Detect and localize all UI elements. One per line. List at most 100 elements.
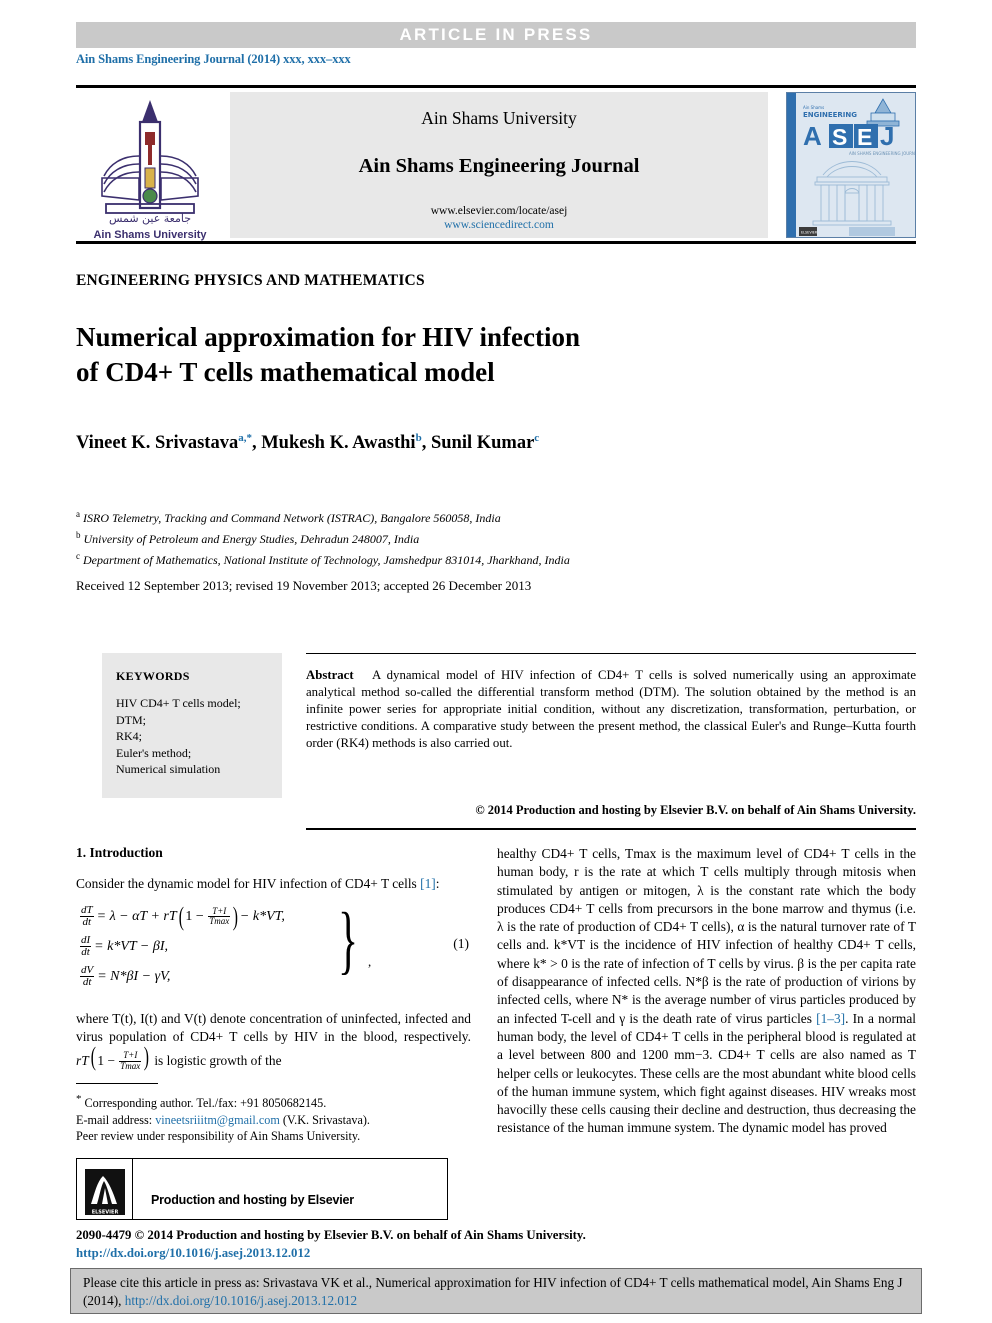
article-in-press-banner: ARTICLE IN PRESS: [76, 22, 916, 48]
equation-frac-denominator: dt: [81, 946, 90, 958]
keyword-item: Numerical simulation: [116, 762, 221, 776]
keyword-item: HIV CD4+ T cells model;: [116, 696, 241, 710]
affiliation-mark: a: [76, 509, 80, 519]
right-column: healthy CD4+ T cells, Tmax is the maximu…: [497, 845, 916, 1142]
affiliation-text: University of Petroleum and Energy Studi…: [83, 532, 420, 546]
masthead-center: Ain Shams University Ain Shams Engineeri…: [230, 92, 768, 238]
svg-text:A: A: [803, 121, 822, 151]
equation-1-rows: dT dt = λ − αT + rT ( 1 − T+I Tmax ) − k…: [80, 902, 285, 992]
elsevier-logo: ELSEVIER: [77, 1158, 133, 1219]
equation-1-line-2-rhs: = k*VT − βI,: [94, 938, 168, 954]
intro-paragraph-1: Consider the dynamic model for HIV infec…: [76, 875, 471, 894]
intro-paragraph-2-tail: is logistic growth of the: [150, 1052, 282, 1068]
affiliation-mark: b: [76, 530, 81, 540]
equation-1-number: (1): [453, 935, 469, 951]
abstract-bottom-rule: [306, 828, 916, 830]
issn-copyright-line: 2090-4479 © 2014 Production and hosting …: [76, 1228, 586, 1242]
equation-frac-denominator: dt: [82, 916, 92, 928]
equation-1-line-1-tail: − k*VT,: [239, 908, 285, 924]
section-heading-introduction: 1. Introduction: [76, 845, 163, 860]
footnote-rule: [76, 1083, 158, 1085]
equation-frac-denominator: dt: [82, 976, 92, 988]
svg-text:جامعة عين شمس: جامعة عين شمس: [109, 212, 191, 225]
inline-logistic-expression: rT(1 − T+I Tmax): [76, 1041, 150, 1071]
keyword-item: RK4;: [116, 729, 143, 743]
elsevier-tree-icon: ELSEVIER: [84, 1168, 125, 1215]
svg-text:ELSEVIER: ELSEVIER: [91, 1209, 118, 1215]
svg-text:Ain Shams: Ain Shams: [803, 105, 824, 110]
equation-frac-denominator: Tmax: [120, 1060, 141, 1071]
abstract-copyright: © 2014 Production and hosting by Elsevie…: [475, 803, 916, 817]
affiliation-text: ISRO Telemetry, Tracking and Command Net…: [83, 511, 501, 525]
publication-dates: Received 12 September 2013; revised 19 N…: [76, 578, 532, 593]
sciencedirect-link[interactable]: www.sciencedirect.com: [444, 219, 554, 231]
footnote-corresponding-text: Corresponding author. Tel./fax: +91 8050…: [84, 1096, 327, 1111]
article-page: ARTICLE IN PRESS Ain Shams Engineering J…: [0, 0, 992, 1323]
elsevier-production-box: ELSEVIER Production and hosting by Elsev…: [76, 1157, 448, 1220]
abstract-top-rule: [306, 653, 916, 654]
footnote-asterisk: *: [76, 1093, 82, 1106]
subject-section-label: ENGINEERING PHYSICS AND MATHEMATICS: [76, 272, 425, 289]
equation-1: dT dt = λ − αT + rT ( 1 − T+I Tmax ) − k…: [76, 901, 471, 1000]
intro-paragraph-1-text: Consider the dynamic model for HIV infec…: [76, 876, 421, 891]
citation-notice-doi-link[interactable]: http://dx.doi.org/10.1016/j.asej.2013.12…: [125, 1293, 357, 1308]
journal-cover-thumbnail: Ain Shams ENGINEERING A S E J AIN SHAMS …: [786, 92, 916, 238]
abstract-text-wrapper: Abstract A dynamical model of HIV infect…: [306, 667, 916, 752]
intro-paragraph-2: where T(t), I(t) and V(t) denote concent…: [76, 1010, 471, 1072]
affiliation-list: a ISRO Telemetry, Tracking and Command N…: [76, 506, 916, 569]
masthead-bottom-rule: [76, 241, 916, 244]
masthead-journal-title: Ain Shams Engineering Journal: [358, 155, 640, 177]
author-affiliation-mark: c: [534, 432, 540, 444]
equation-1-dT-dt: dT dt: [80, 905, 94, 928]
affiliation-item: c Department of Mathematics, National In…: [76, 548, 916, 569]
masthead-university-name: Ain Shams University: [421, 108, 577, 128]
footnote-corresponding-author: * Corresponding author. Tel./fax: +91 80…: [76, 1091, 471, 1112]
equation-1-line-3-rhs: = N*βI − γV,: [97, 968, 171, 984]
equation-1-comma: ,: [368, 953, 372, 969]
author-name: Vineet K. Srivastava: [76, 433, 239, 454]
paper-title-line-1: Numerical approximation for HIV infectio…: [76, 322, 580, 352]
keywords-heading: KEYWORDS: [116, 669, 190, 683]
equation-close-paren: ): [232, 901, 239, 931]
right-column-text-b: . In a normal human body, the level of C…: [497, 1010, 917, 1136]
svg-text:ELSEVIER: ELSEVIER: [801, 231, 818, 235]
author-affiliation-mark: b: [415, 432, 422, 444]
abstract-text: A dynamical model of HIV infection of CD…: [306, 668, 916, 750]
abstract-label: Abstract: [306, 668, 354, 682]
affiliation-text: Department of Mathematics, National Inst…: [83, 553, 570, 567]
equation-1-logistic-fraction: T+I Tmax: [208, 906, 231, 927]
svg-text:AIN SHAMS ENGINEERING JOURNAL: AIN SHAMS ENGINEERING JOURNAL: [849, 151, 916, 156]
page-title: Numerical approximation for HIV infectio…: [76, 320, 696, 390]
footnote-peer-review: Peer review under responsibility of Ain …: [76, 1129, 361, 1144]
affiliation-item: b University of Petroleum and Energy Stu…: [76, 527, 916, 548]
university-logo-caption: Ain Shams University: [93, 229, 207, 241]
keywords-box: KEYWORDS HIV CD4+ T cells model; DTM; RK…: [102, 653, 282, 798]
citation-link-1-3[interactable]: [1–3]: [816, 1011, 845, 1026]
citation-notice-box: Please cite this article in press as: Sr…: [70, 1268, 922, 1314]
keyword-item: Euler's method;: [116, 745, 192, 760]
affiliation-mark: c: [76, 551, 80, 561]
intro-paragraph-2-text: where T(t), I(t) and V(t) denote concent…: [76, 1010, 471, 1045]
journal-reference-line: Ain Shams Engineering Journal (2014) xxx…: [76, 52, 351, 66]
equation-open-paren: (: [178, 901, 184, 931]
footnote-email: E-mail address: vineetsriiitm@gmail.com …: [76, 1112, 471, 1129]
svg-text:S: S: [832, 124, 847, 150]
elsevier-locate-link[interactable]: www.elsevier.com/locate/asej: [431, 205, 568, 217]
email-link[interactable]: vineetsriiitm@gmail.com: [155, 1113, 280, 1127]
author-name: Sunil Kumar: [430, 433, 535, 454]
equation-1-line-1-rhs: = λ − αT + rT: [96, 908, 177, 924]
doi-line: http://dx.doi.org/10.1016/j.asej.2013.12…: [76, 1246, 310, 1261]
university-logo: جامعة عين شمس Ain Shams University: [76, 92, 224, 241]
author-name: Mukesh K. Awasthi: [261, 433, 416, 454]
equation-frac-denominator: Tmax: [209, 916, 230, 926]
masthead-urls: www.elsevier.com/locate/asej www.science…: [230, 204, 768, 232]
affiliation-item: a ISRO Telemetry, Tracking and Command N…: [76, 506, 916, 527]
masthead: جامعة عين شمس Ain Shams University Ain S…: [76, 90, 916, 241]
article-in-press-label: ARTICLE IN PRESS: [399, 25, 593, 44]
right-column-text-a: healthy CD4+ T cells, Tmax is the maximu…: [497, 846, 916, 1026]
doi-link[interactable]: http://dx.doi.org/10.1016/j.asej.2013.12…: [76, 1246, 310, 1260]
svg-text:ENGINEERING: ENGINEERING: [803, 111, 857, 119]
author-list: Vineet K. Srivastavaa,*, Mukesh K. Awast…: [76, 432, 540, 454]
citation-link-1[interactable]: [1]: [420, 876, 436, 891]
footnote-email-tail: (V.K. Srivastava).: [279, 1112, 370, 1127]
